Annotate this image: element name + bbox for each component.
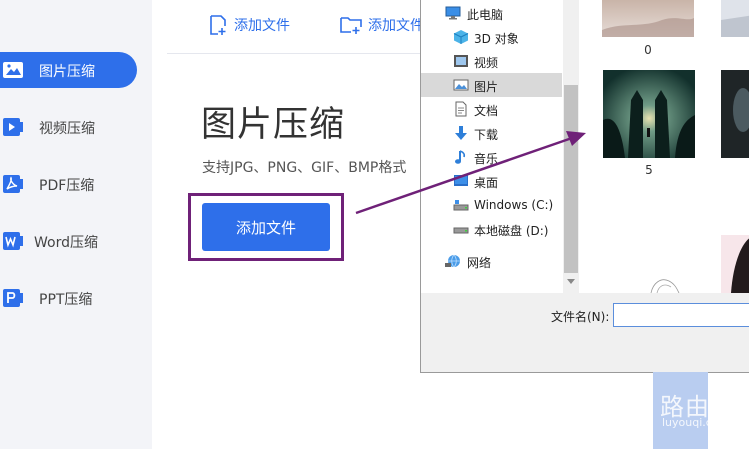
file-caption: 0	[644, 43, 652, 57]
file-open-dialog: 此电脑 3D 对象 视频 图片 文档 下载 音乐 桌面 Windows (C:)…	[420, 0, 749, 373]
sidebar-item-label: 图片压缩	[39, 64, 95, 80]
scrollbar-thumb[interactable]	[564, 85, 578, 273]
sidebar-item-ppt-compress[interactable]: PPT压缩	[0, 280, 137, 316]
nav-item-music[interactable]: 音乐	[421, 145, 563, 169]
nav-item-drive-c[interactable]: Windows (C:)	[421, 193, 563, 217]
toolbar-divider	[167, 53, 420, 54]
dialog-bottom-bar: 文件名(N):	[421, 293, 749, 372]
word-compress-icon	[3, 232, 23, 250]
router-logo-icon	[608, 388, 648, 428]
nav-item-documents[interactable]: 文档	[421, 97, 563, 121]
nav-item-3d-objects[interactable]: 3D 对象	[421, 25, 563, 49]
file-thumbnail-partial[interactable]	[721, 235, 749, 293]
sidebar-item-label: Word压缩	[34, 235, 98, 251]
toolbar-add-file-label: 添加文件	[234, 18, 290, 34]
pdf-compress-icon	[3, 175, 23, 193]
add-folder-icon	[340, 17, 362, 34]
dialog-file-area: 0 5	[579, 0, 749, 293]
music-folder-icon	[455, 150, 466, 164]
nav-item-this-pc[interactable]: 此电脑	[421, 1, 563, 25]
documents-folder-icon	[455, 101, 467, 117]
drive-c-icon	[453, 200, 469, 211]
video-compress-icon	[3, 118, 23, 136]
3d-objects-icon	[453, 30, 469, 44]
scroll-down-arrow-icon[interactable]	[567, 279, 575, 284]
sidebar-item-pdf-compress[interactable]: PDF压缩	[0, 166, 137, 202]
ppt-compress-icon	[3, 289, 23, 307]
videos-folder-icon	[454, 55, 468, 67]
file-thumbnail-partial[interactable]	[603, 275, 695, 293]
toolbar-add-file-button[interactable]: 添加文件	[208, 13, 290, 37]
nav-item-drive-d[interactable]: 本地磁盘 (D:)	[421, 217, 563, 241]
toolbar-add-folder-label: 添加文件	[368, 18, 424, 34]
supported-formats-text: 支持JPG、PNG、GIF、BMP格式	[202, 160, 407, 176]
nav-item-pictures[interactable]: 图片	[421, 73, 562, 97]
image-compress-icon	[3, 62, 23, 78]
file-thumbnail-partial[interactable]	[721, 0, 749, 37]
nav-pane-scrollbar[interactable]	[563, 0, 579, 293]
sidebar-item-label: 视频压缩	[39, 121, 95, 137]
nav-item-downloads[interactable]: 下载	[421, 121, 563, 145]
dialog-nav-pane: 此电脑 3D 对象 视频 图片 文档 下载 音乐 桌面 Windows (C:)…	[421, 0, 563, 293]
pictures-folder-icon	[453, 79, 469, 91]
sidebar-item-image-compress[interactable]: 图片压缩	[0, 52, 137, 88]
file-thumbnail-partial[interactable]	[721, 70, 749, 158]
sidebar-item-label: PPT压缩	[39, 292, 93, 308]
file-thumbnail-5[interactable]	[603, 70, 695, 158]
nav-item-videos[interactable]: 视频	[421, 49, 563, 73]
desktop-folder-icon	[454, 175, 468, 186]
add-file-icon	[210, 15, 226, 35]
sidebar-item-word-compress[interactable]: Word压缩	[0, 223, 137, 259]
watermark-logo: 路由器 luyouqi.com	[608, 385, 749, 435]
network-icon	[445, 254, 460, 268]
sidebar-item-label: PDF压缩	[39, 178, 95, 194]
watermark-url: luyouqi.com	[662, 416, 730, 429]
file-thumbnail-0[interactable]	[602, 0, 694, 37]
nav-item-desktop[interactable]: 桌面	[421, 169, 563, 193]
sidebar-item-video-compress[interactable]: 视频压缩	[0, 109, 137, 145]
add-file-button[interactable]: 添加文件	[202, 203, 330, 251]
computer-icon	[445, 6, 461, 20]
file-caption: 5	[645, 163, 653, 177]
toolbar-add-folder-button[interactable]: 添加文件	[340, 13, 424, 37]
filename-label: 文件名(N):	[551, 310, 610, 324]
sidebar: 图片压缩 视频压缩 PDF压缩 Word压缩 PPT压缩	[0, 0, 152, 449]
nav-item-network[interactable]: 网络	[421, 249, 563, 273]
filename-input[interactable]	[613, 303, 749, 327]
drive-d-icon	[453, 227, 469, 234]
downloads-folder-icon	[455, 126, 467, 140]
toolbar: 添加文件 添加文件	[152, 0, 424, 54]
page-title: 图片压缩	[201, 105, 346, 145]
